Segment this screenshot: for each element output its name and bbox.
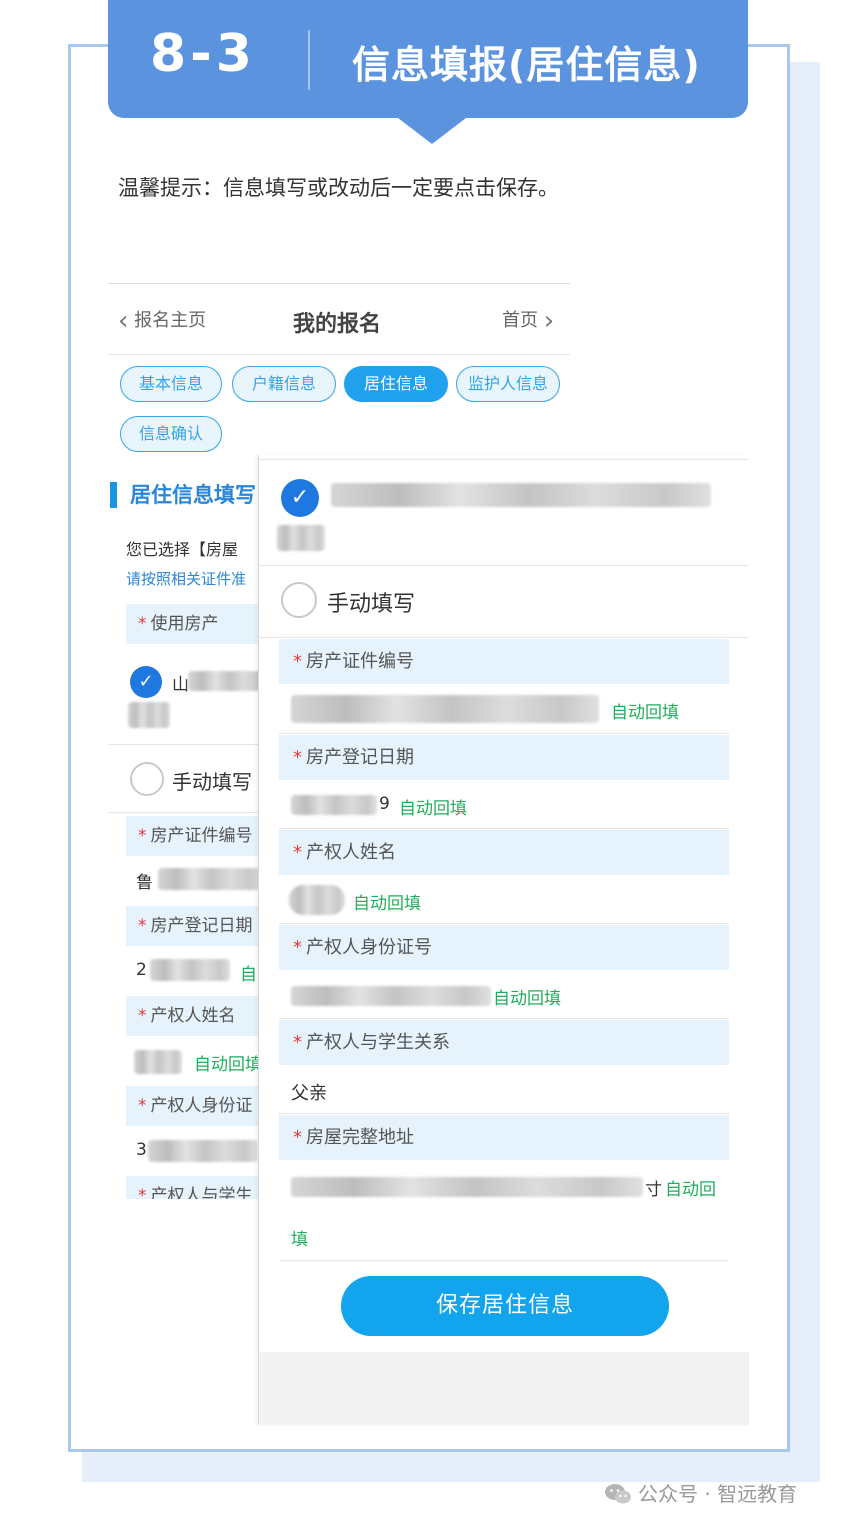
checkmark-icon[interactable]: ✓ [130, 666, 162, 698]
field-label-owner-relationship: * 产权人与学生关系 [279, 1020, 729, 1065]
header-divider [308, 30, 310, 90]
selected-hint: 您已选择【房屋 [126, 540, 239, 559]
blurred-property-address-line2 [277, 525, 325, 551]
tab-guardian-info[interactable]: 监护人信息 [456, 366, 560, 402]
autofill-tag: 自动回填 [353, 894, 421, 914]
field-value-suffix: 9 [379, 794, 390, 814]
manual-fill-radio[interactable] [281, 582, 317, 618]
field-label-registration-date: * 房产登记日期 [279, 735, 729, 780]
tab-household-info[interactable]: 户籍信息 [232, 366, 336, 402]
top-separator [259, 459, 749, 460]
manual-fill-label: 手动填写 [172, 770, 252, 794]
autofill-tag: 自动回填 [493, 989, 561, 1009]
blurred-property-address-line2 [128, 702, 170, 728]
autofill-tag: 自动回 [665, 1180, 716, 1200]
field-separator [279, 733, 729, 734]
field-label-certificate-number: * 房产证件编号 [279, 639, 729, 684]
step-number: 8-3 [150, 24, 256, 84]
watermark: 公众号 · 智远教育 [604, 1478, 797, 1507]
option-separator [259, 565, 749, 566]
blurred-value [134, 1050, 182, 1074]
footer-area [259, 1352, 749, 1425]
section-title: 居住信息填写 [130, 483, 256, 507]
autofill-tag: 自动回填 [611, 703, 679, 723]
nav-bar: ‹ 报名主页 我的报名 首页 › [108, 284, 570, 355]
manual-fill-label: 手动填写 [327, 592, 416, 617]
field-separator [279, 828, 729, 829]
nav-back-label: 报名主页 [134, 310, 207, 331]
header-pointer [398, 118, 466, 144]
chevron-left-icon: ‹ [118, 306, 129, 336]
section-marker [110, 482, 117, 508]
field-separator [279, 1113, 729, 1114]
blurred-value [289, 885, 345, 915]
field-value-suffix: 寸 [645, 1180, 662, 1200]
property-option-prefix: 山 [172, 675, 189, 695]
field-value-prefix: 3 [136, 1140, 147, 1160]
blurred-value [150, 959, 230, 981]
wechat-icon [605, 1484, 631, 1504]
autofill-tag: 自 [240, 965, 257, 985]
blurred-property-address [331, 483, 711, 507]
blurred-value [291, 795, 377, 815]
blurred-value [158, 868, 262, 890]
nav-home-label: 首页 [502, 310, 538, 331]
field-label-owner-name: * 产权人姓名 [279, 830, 729, 875]
autofill-tag: 自动回填 [194, 1055, 262, 1075]
step-title: 信息填报(居住信息) [352, 43, 701, 87]
watermark-text: 公众号 · 智远教育 [638, 1482, 798, 1506]
field-label-owner-id: * 产权人身份证号 [279, 925, 729, 970]
checkmark-icon[interactable]: ✓ [281, 479, 319, 517]
manual-fill-radio[interactable] [130, 762, 164, 796]
certificate-hint: 请按照相关证件准 [126, 570, 247, 588]
field-separator [279, 1260, 729, 1261]
blurred-value [148, 1140, 258, 1162]
field-label-full-address: * 房屋完整地址 [279, 1115, 729, 1160]
registration-screen-front: ✓ 手动填写 * 房产证件编号 自动回填 * 房产登记日期 9 自动回填 * 产权人姓… [258, 455, 749, 1425]
step-header: 8-3 信息填报(居住信息) [108, 0, 748, 144]
nav-back-link[interactable]: ‹ 报名主页 [118, 306, 206, 336]
blurred-value [291, 695, 599, 723]
nav-title: 我的报名 [293, 312, 382, 337]
option-separator [259, 637, 749, 638]
tip-text: 温馨提示：信息填写或改动后一定要点击保存。 [118, 176, 559, 200]
blurred-value [291, 1177, 643, 1197]
relationship-value: 父亲 [291, 1083, 327, 1104]
tab-residence-info[interactable]: 居住信息 [344, 366, 448, 402]
blurred-value [291, 986, 491, 1006]
tab-basic-info[interactable]: 基本信息 [120, 366, 222, 402]
save-residence-button[interactable]: 保存居住信息 [341, 1276, 669, 1336]
tab-info-confirm[interactable]: 信息确认 [120, 416, 222, 452]
autofill-tag-wrap: 填 [291, 1230, 308, 1250]
field-value-prefix: 2 [136, 960, 147, 980]
blurred-property-address [188, 671, 268, 691]
field-value-prefix: 鲁 [136, 873, 153, 893]
chevron-right-icon: › [543, 306, 555, 336]
autofill-tag: 自动回填 [399, 799, 467, 819]
field-separator [279, 923, 729, 924]
nav-home-link[interactable]: 首页 › [502, 306, 554, 336]
field-separator [279, 1018, 729, 1019]
